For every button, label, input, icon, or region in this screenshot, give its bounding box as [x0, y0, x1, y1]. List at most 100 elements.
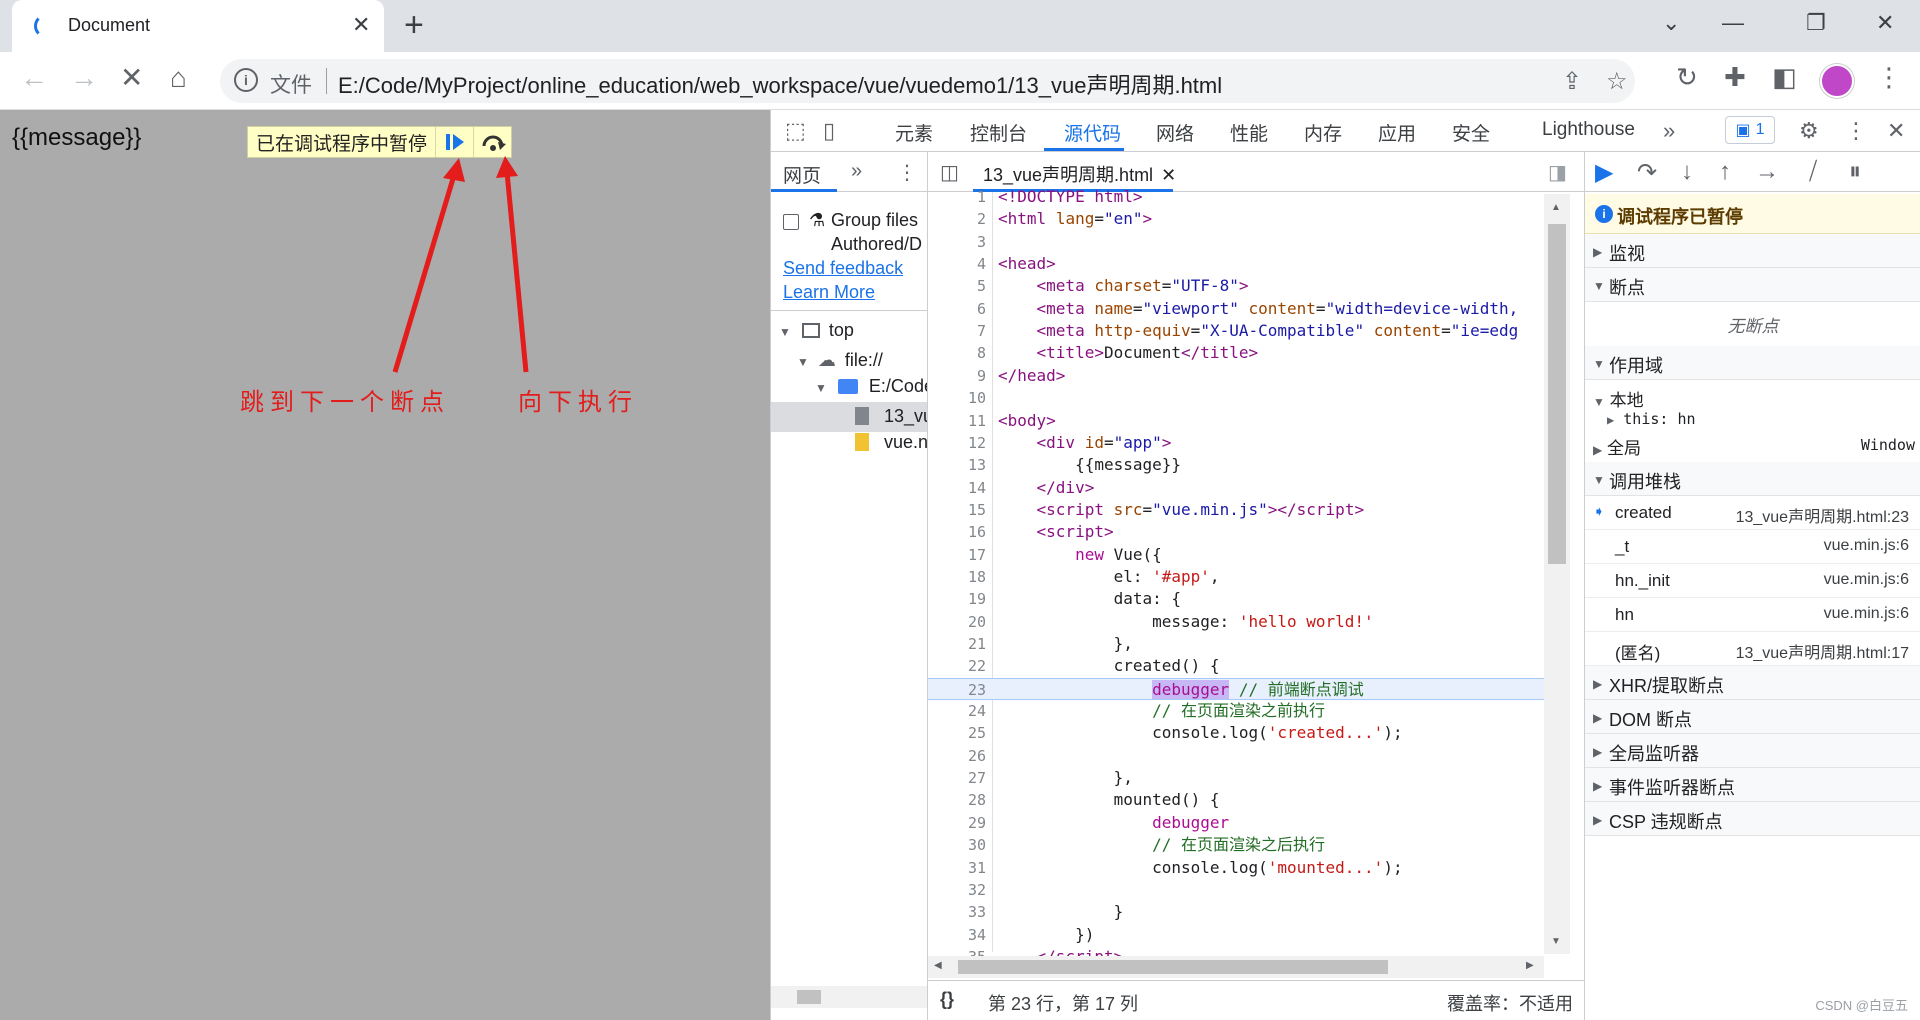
line-number[interactable]: 23: [928, 679, 986, 701]
line-number[interactable]: 25: [928, 722, 986, 744]
line-number[interactable]: 20: [928, 611, 986, 633]
more-tabs-icon[interactable]: »: [1663, 118, 1675, 144]
navigator-tab-page[interactable]: 网页: [783, 161, 821, 188]
line-number[interactable]: 32: [928, 879, 986, 901]
line-number[interactable]: 5: [928, 275, 986, 297]
line-number[interactable]: 3: [928, 231, 986, 253]
code-line[interactable]: 5 <meta charset="UTF-8">: [928, 275, 1544, 297]
code-line[interactable]: 18 el: '#app',: [928, 566, 1544, 588]
tab-elements[interactable]: 元素: [895, 119, 933, 146]
deactivate-breakpoints-icon[interactable]: ⧸: [1809, 158, 1817, 186]
scope-this[interactable]: ▶ this: hn: [1607, 410, 1920, 428]
line-number[interactable]: 31: [928, 857, 986, 879]
scroll-thumb[interactable]: [958, 960, 1388, 974]
line-number[interactable]: 28: [928, 789, 986, 811]
back-icon[interactable]: ←: [20, 64, 48, 92]
device-toolbar-icon[interactable]: ▯: [823, 118, 835, 144]
code-line[interactable]: 22 created() {: [928, 655, 1544, 677]
line-number[interactable]: 22: [928, 655, 986, 677]
section-global-listeners[interactable]: ▶ 全局监听器: [1585, 734, 1920, 768]
extensions-icon[interactable]: ✚: [1724, 64, 1746, 90]
tree-item-top[interactable]: ▼ top: [779, 320, 854, 341]
line-number[interactable]: 11: [928, 410, 986, 432]
address-url[interactable]: E:/Code/MyProject/online_education/web_w…: [338, 68, 1222, 100]
line-number[interactable]: 16: [928, 521, 986, 543]
section-xhr-breakpoints[interactable]: ▶ XHR/提取断点: [1585, 666, 1920, 700]
scroll-thumb[interactable]: [1548, 224, 1566, 564]
line-number[interactable]: 29: [928, 812, 986, 834]
code-line[interactable]: 32: [928, 879, 1544, 901]
bookmark-star-icon[interactable]: ☆: [1606, 67, 1628, 96]
navigator-hscroll[interactable]: [771, 986, 927, 1008]
tab-close-icon[interactable]: ✕: [352, 12, 370, 38]
line-number[interactable]: 14: [928, 477, 986, 499]
navigator-menu-icon[interactable]: ⋮: [897, 160, 917, 185]
call-stack-frame[interactable]: hn vue.min.js:6: [1585, 598, 1920, 632]
scope-local[interactable]: ▼ 本地: [1593, 386, 1920, 411]
line-number[interactable]: 12: [928, 432, 986, 454]
code-line[interactable]: 1 <!DOCTYPE html>: [928, 186, 1544, 208]
code-line[interactable]: 6 <meta name="viewport" content="width=d…: [928, 298, 1544, 320]
tree-item-js-file[interactable]: vue.n: [855, 432, 927, 453]
group-files-checkbox[interactable]: [783, 214, 799, 230]
learn-more-link[interactable]: Learn More: [783, 282, 875, 303]
code-line[interactable]: 34 }): [928, 924, 1544, 946]
line-number[interactable]: 13: [928, 454, 986, 476]
call-stack-frame[interactable]: _t vue.min.js:6: [1585, 530, 1920, 564]
code-line[interactable]: 23 debugger // 前端断点调试: [928, 677, 1544, 701]
tree-item-folder[interactable]: ▼ E:/Code: [815, 376, 927, 397]
line-number[interactable]: 9: [928, 365, 986, 387]
tab-memory[interactable]: 内存: [1304, 119, 1342, 146]
code-line[interactable]: 25 console.log('created...');: [928, 722, 1544, 744]
code-line[interactable]: 17 new Vue({: [928, 544, 1544, 566]
browser-tab[interactable]: Document ✕: [12, 0, 384, 52]
section-breakpoints[interactable]: ▼ 断点: [1585, 268, 1920, 302]
code-line[interactable]: 16 <script>: [928, 521, 1544, 543]
code-line[interactable]: 33 }: [928, 901, 1544, 923]
forward-icon[interactable]: →: [70, 64, 98, 92]
line-number[interactable]: 7: [928, 320, 986, 342]
code-line[interactable]: 13 {{message}}: [928, 454, 1544, 476]
code-line[interactable]: 26: [928, 745, 1544, 767]
line-number[interactable]: 33: [928, 901, 986, 923]
scroll-up-icon[interactable]: ▲: [1551, 202, 1561, 213]
code-line[interactable]: 15 <script src="vue.min.js"></script>: [928, 499, 1544, 521]
code-line[interactable]: 7 <meta http-equiv="X-UA-Compatible" con…: [928, 320, 1544, 342]
code-line[interactable]: 19 data: {: [928, 588, 1544, 610]
line-number[interactable]: 24: [928, 700, 986, 722]
inspect-element-icon[interactable]: ⬚: [785, 118, 806, 144]
reload-icon[interactable]: ↻: [1676, 64, 1698, 90]
tab-console[interactable]: 控制台: [970, 119, 1027, 146]
tab-network[interactable]: 网络: [1156, 119, 1194, 146]
profile-avatar[interactable]: [1820, 64, 1854, 98]
minimize-icon[interactable]: —: [1722, 10, 1744, 36]
send-feedback-link[interactable]: Send feedback: [783, 258, 903, 279]
site-info-icon[interactable]: i: [234, 68, 258, 92]
scroll-left-icon[interactable]: ◀: [934, 960, 942, 971]
toggle-debugger-icon[interactable]: ◨: [1548, 160, 1567, 185]
line-number[interactable]: 8: [928, 342, 986, 364]
section-watch[interactable]: ▶ 监视: [1585, 234, 1920, 268]
settings-gear-icon[interactable]: ⚙: [1799, 118, 1819, 144]
code-line[interactable]: 11 <body>: [928, 410, 1544, 432]
line-number[interactable]: 17: [928, 544, 986, 566]
line-number[interactable]: 4: [928, 253, 986, 275]
home-icon[interactable]: ⌂: [170, 64, 187, 92]
code-line[interactable]: 28 mounted() {: [928, 789, 1544, 811]
code-line[interactable]: 29 debugger: [928, 812, 1544, 834]
scroll-right-icon[interactable]: ▶: [1526, 960, 1534, 971]
new-tab-icon[interactable]: +: [404, 8, 424, 42]
line-number[interactable]: 21: [928, 633, 986, 655]
tab-performance[interactable]: 性能: [1230, 119, 1268, 146]
code-line[interactable]: 4 <head>: [928, 253, 1544, 275]
editor-vscroll[interactable]: ▲ ▼: [1544, 194, 1570, 954]
tree-item-html-file[interactable]: 13_vu: [855, 406, 927, 427]
tab-search-icon[interactable]: ⌄: [1662, 10, 1680, 36]
close-devtools-icon[interactable]: ✕: [1887, 118, 1905, 144]
line-number[interactable]: 30: [928, 834, 986, 856]
code-line[interactable]: 30 // 在页面渲染之后执行: [928, 834, 1544, 856]
step-icon[interactable]: →: [1755, 158, 1779, 186]
address-bar[interactable]: i 文件 E:/Code/MyProject/online_education/…: [220, 59, 1635, 103]
code-line[interactable]: 10: [928, 387, 1544, 409]
section-event-listener-breakpoints[interactable]: ▶ 事件监听器断点: [1585, 768, 1920, 802]
